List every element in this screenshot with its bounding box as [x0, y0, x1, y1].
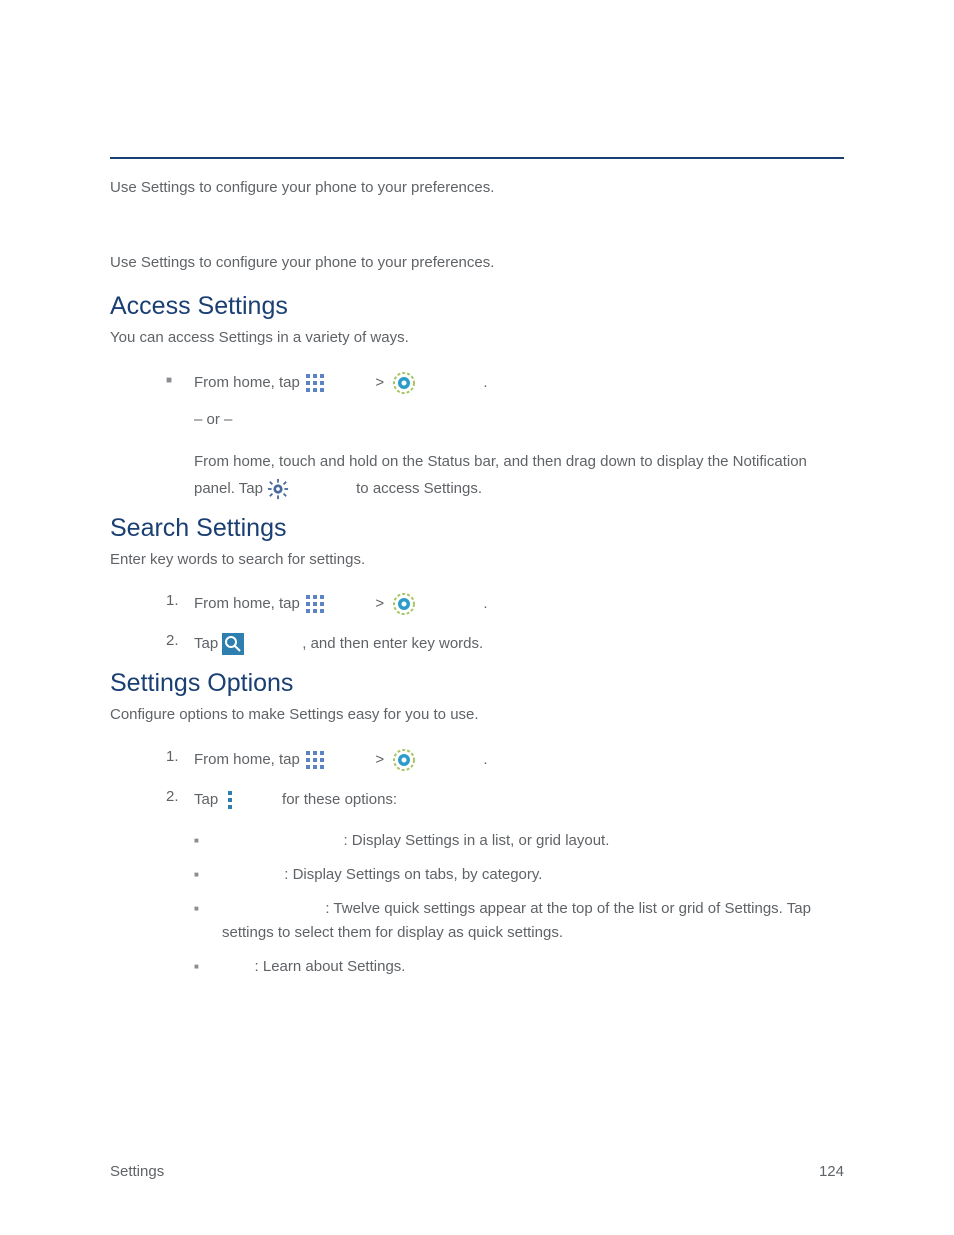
heading-settings-options: Settings Options — [110, 669, 844, 698]
option-text: : Display Settings in a list, or grid la… — [343, 832, 609, 849]
search-step2-post: , and then enter key words. — [302, 629, 483, 659]
options-step2-post: for these options: — [282, 785, 397, 815]
sub-bullet-marker: ■ — [194, 897, 222, 916]
apps-icon — [304, 749, 326, 771]
option-item: ■ Tab view: Display Settings on tabs, by… — [194, 863, 844, 887]
gt-symbol: > — [371, 745, 388, 775]
option-item: ■ Quick settings: Twelve quick settings … — [194, 897, 844, 945]
heading-access-settings: Access Settings — [110, 292, 844, 321]
search-icon — [222, 633, 244, 655]
options-desc: Configure options to make Settings easy … — [110, 704, 844, 727]
bullet-marker: ■ — [166, 368, 194, 389]
sub-bullet-marker: ■ — [194, 863, 222, 882]
step-number: 2. — [166, 629, 194, 653]
period: . — [483, 589, 487, 619]
search-step2-pre: Tap — [194, 629, 218, 659]
option-text: : Display Settings on tabs, by category. — [284, 866, 542, 883]
period: . — [483, 368, 487, 398]
option-text: : Twelve quick settings appear at the to… — [222, 900, 811, 941]
search-desc: Enter key words to search for settings. — [110, 549, 844, 572]
access-desc: You can access Settings in a variety of … — [110, 327, 844, 350]
page-footer: Settings 124 — [110, 1163, 844, 1180]
apps-icon — [304, 593, 326, 615]
settings-gear-icon — [392, 748, 416, 772]
intro-paragraph-1: Use Settings to configure your phone to … — [110, 177, 844, 200]
options-step-2: 2. Tap More for these options: — [166, 785, 844, 989]
option-item: ■ View as list / grid: Display Settings … — [194, 829, 844, 853]
search-step-1: 1. From home, tap Apps > — [166, 589, 844, 619]
options-step2-pre: Tap — [194, 785, 218, 815]
options-step-1: 1. From home, tap Apps > — [166, 745, 844, 775]
search-step-2: 2. Tap Search , and then enter key words… — [166, 629, 844, 659]
title-divider — [110, 157, 844, 159]
option-text: : Learn about Settings. — [255, 958, 406, 975]
access-bullet: ■ From home, tap App — [166, 368, 844, 504]
option-item: ■ Help: Learn about Settings. — [194, 955, 844, 979]
settings-gear-icon — [392, 592, 416, 616]
settings-gear-icon — [392, 371, 416, 395]
access-line2b-post: to access Settings. — [356, 474, 482, 504]
search-step1-pre: From home, tap — [194, 589, 300, 619]
footer-left: Settings — [110, 1163, 164, 1180]
options-step1-pre: From home, tap — [194, 745, 300, 775]
apps-icon — [304, 372, 326, 394]
intro-paragraph-2: Use Settings to configure your phone to … — [110, 252, 844, 275]
more-icon — [222, 789, 238, 811]
step-number: 1. — [166, 589, 194, 613]
or-separator: – or – — [194, 408, 844, 432]
sub-bullet-marker: ■ — [194, 829, 222, 848]
access-line2a: From home, touch and hold on the Status … — [194, 450, 844, 474]
gt-symbol: > — [371, 368, 388, 398]
access-line2b-pre: panel. Tap — [194, 474, 263, 504]
step-number: 1. — [166, 745, 194, 769]
footer-page-number: 124 — [819, 1163, 844, 1180]
gt-symbol: > — [371, 589, 388, 619]
text-from-home-tap: From home, tap — [194, 368, 300, 398]
cog-icon — [267, 478, 289, 500]
step-number: 2. — [166, 785, 194, 809]
period: . — [483, 745, 487, 775]
sub-bullet-marker: ■ — [194, 955, 222, 974]
heading-search-settings: Search Settings — [110, 514, 844, 543]
